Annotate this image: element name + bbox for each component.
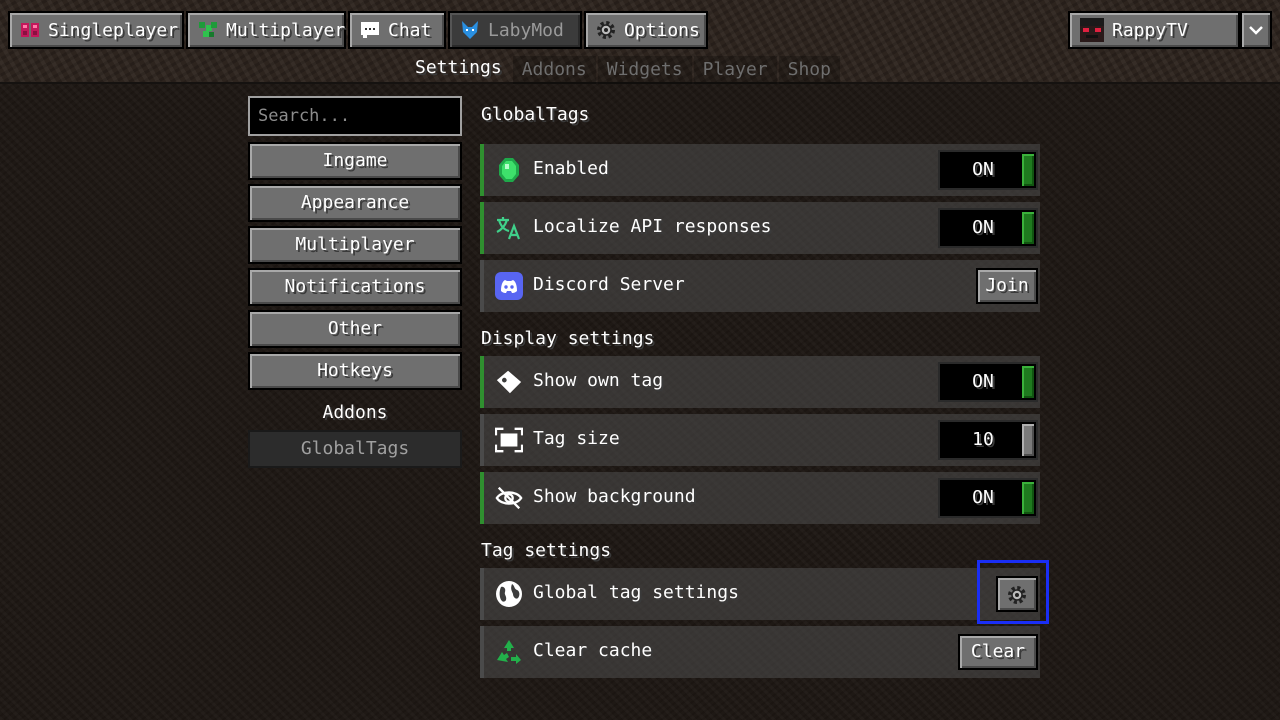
account-dropdown-button[interactable]: [1240, 11, 1272, 49]
singleplayer-label: Singleplayer: [48, 19, 179, 41]
sub-tabs: Settings Addons Widgets Player Shop: [406, 56, 842, 84]
clear-cache-button[interactable]: Clear: [958, 634, 1038, 670]
setting-row-tag-size: Tag size 10: [480, 414, 1040, 466]
show-own-tag-toggle[interactable]: ON: [938, 362, 1038, 402]
toggle-knob: [1022, 366, 1034, 398]
setting-label: Global tag settings: [533, 582, 739, 603]
setting-row-show-background: Show background ON: [480, 472, 1040, 524]
multiplayer-button[interactable]: Multiplayer: [186, 11, 346, 49]
emerald-icon: [495, 156, 523, 184]
sidebar-item-notifications[interactable]: Notifications: [248, 268, 462, 306]
multiplayer-label: Multiplayer: [226, 19, 346, 41]
tab-widgets[interactable]: Widgets: [597, 56, 692, 84]
options-label: Options: [624, 19, 700, 41]
setting-row-global-tag-settings: Global tag settings: [480, 568, 1040, 620]
labymod-label: LabyMod: [488, 19, 564, 41]
tag-icon: [495, 368, 523, 396]
tag-size-slider[interactable]: 10: [938, 420, 1038, 460]
singleplayer-icon: [20, 20, 40, 40]
setting-label: Tag size: [533, 428, 620, 449]
tab-player[interactable]: Player: [693, 56, 777, 84]
search-input[interactable]: [248, 96, 462, 136]
enabled-toggle[interactable]: ON: [938, 150, 1038, 190]
gear-icon: [596, 20, 616, 40]
top-navigation-bar: Singleplayer Multiplayer Chat LabyMod Op…: [0, 0, 1280, 84]
chevron-down-icon: [1246, 20, 1266, 40]
setting-row-enabled: Enabled ON: [480, 144, 1040, 196]
gear-icon: [1007, 584, 1027, 604]
setting-label: Discord Server: [533, 274, 685, 295]
setting-row-show-own-tag: Show own tag ON: [480, 356, 1040, 408]
page-title: GlobalTags: [481, 104, 590, 125]
global-tag-settings-button[interactable]: [996, 576, 1038, 612]
toggle-value: ON: [972, 217, 994, 238]
sidebar-item-appearance[interactable]: Appearance: [248, 184, 462, 222]
slider-handle[interactable]: [1022, 424, 1034, 456]
multiplayer-icon: [198, 20, 218, 40]
sidebar-item-multiplayer[interactable]: Multiplayer: [248, 226, 462, 264]
toggle-value: ON: [972, 487, 994, 508]
setting-row-discord-server: Discord Server Join: [480, 260, 1040, 312]
setting-label: Show background: [533, 486, 696, 507]
labymod-wolf-icon: [460, 20, 480, 40]
setting-label: Show own tag: [533, 370, 664, 391]
translate-icon: [495, 214, 523, 242]
recycle-icon: [495, 638, 523, 666]
toggle-knob: [1022, 212, 1034, 244]
setting-label: Clear cache: [533, 640, 653, 661]
player-avatar: [1080, 18, 1104, 42]
tab-addons[interactable]: Addons: [512, 56, 596, 84]
tag-settings-title: Tag settings: [481, 540, 612, 561]
setting-row-clear-cache: Clear cache Clear: [480, 626, 1040, 678]
setting-label: Localize API responses: [533, 216, 772, 237]
singleplayer-button[interactable]: Singleplayer: [8, 11, 184, 49]
sidebar-item-other[interactable]: Other: [248, 310, 462, 348]
toggle-knob: [1022, 154, 1034, 186]
sidebar-item-hotkeys[interactable]: Hotkeys: [248, 352, 462, 390]
show-background-toggle[interactable]: ON: [938, 478, 1038, 518]
chat-label: Chat: [388, 19, 432, 41]
sidebar-item-ingame[interactable]: Ingame: [248, 142, 462, 180]
tab-settings[interactable]: Settings: [406, 56, 511, 84]
display-settings-title: Display settings: [481, 328, 655, 349]
account-name: RappyTV: [1112, 19, 1188, 41]
chat-icon: [360, 20, 380, 40]
resize-frame-icon: [495, 426, 523, 454]
toggle-value: ON: [972, 371, 994, 392]
setting-row-localize-api: Localize API responses ON: [480, 202, 1040, 254]
eye-off-icon: [495, 484, 523, 512]
localize-api-toggle[interactable]: ON: [938, 208, 1038, 248]
addons-section-label: Addons: [322, 402, 388, 423]
chat-button[interactable]: Chat: [348, 11, 446, 49]
discord-icon: [495, 272, 523, 300]
globe-icon: [495, 580, 523, 608]
setting-label: Enabled: [533, 158, 609, 179]
tab-shop[interactable]: Shop: [778, 56, 840, 84]
options-button[interactable]: Options: [584, 11, 708, 49]
account-button[interactable]: RappyTV: [1068, 11, 1240, 49]
labymod-button[interactable]: LabyMod: [448, 11, 582, 49]
sidebar-item-globaltags[interactable]: GlobalTags: [248, 430, 462, 468]
toggle-knob: [1022, 482, 1034, 514]
join-discord-button[interactable]: Join: [976, 268, 1038, 304]
toggle-value: ON: [972, 159, 994, 180]
slider-value: 10: [972, 429, 994, 450]
